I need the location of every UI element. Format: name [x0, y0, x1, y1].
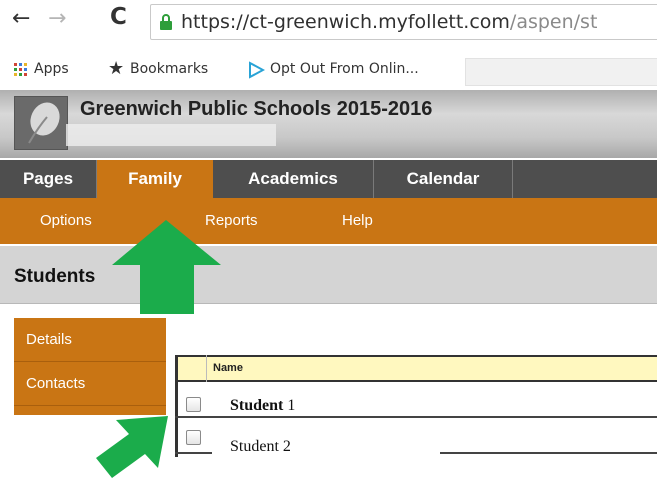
arrow-up-icon	[112, 220, 221, 314]
student-name-1[interactable]: Student 1	[230, 397, 295, 415]
student-name-2[interactable]: Student 2	[230, 438, 291, 456]
bookmark-bookmarks[interactable]: Bookmarks	[130, 61, 208, 77]
play-icon	[249, 61, 265, 79]
school-title: Greenwich Public Schools 2015-2016	[80, 98, 433, 120]
student-name-rest: Student 2	[230, 438, 291, 455]
tab-divider	[512, 160, 513, 198]
bookmark-apps[interactable]: Apps	[34, 61, 69, 77]
bookmark-opt-out[interactable]: Opt Out From Onlin...	[270, 61, 419, 77]
apps-grid-icon	[14, 63, 27, 76]
reload-icon[interactable]: C	[110, 6, 127, 29]
tab-calendar[interactable]: Calendar	[374, 160, 512, 198]
browser-chrome: ← → C https://ct-greenwich.myfollett.com…	[0, 0, 657, 88]
sub-menu: Options Reports Help	[0, 198, 657, 244]
url-text: https://ct-greenwich.myfollett.com/aspen…	[181, 5, 597, 39]
row-checkbox[interactable]	[186, 430, 201, 445]
bookmarks-bar: Apps ★ Bookmarks Opt Out From Onlin...	[0, 52, 657, 88]
submenu-help[interactable]: Help	[342, 212, 373, 229]
column-header-name[interactable]: Name	[213, 362, 243, 374]
student-name-rest: 1	[283, 397, 296, 414]
side-nav-contacts[interactable]: Contacts	[14, 362, 166, 406]
leaf-logo-icon	[14, 96, 68, 150]
back-icon[interactable]: ←	[12, 8, 30, 30]
side-nav: Details Contacts	[14, 318, 166, 415]
table-header	[175, 355, 657, 382]
table-header-select-col	[175, 355, 207, 382]
student-name-bold: Student	[230, 397, 284, 414]
main-tabs: Pages Family Academics Calendar	[0, 160, 657, 198]
page-title-bar	[0, 246, 657, 304]
school-subheader-band	[66, 124, 276, 146]
page-title: Students	[14, 266, 96, 287]
forward-icon[interactable]: →	[48, 8, 66, 30]
tab-family[interactable]: Family	[97, 160, 213, 198]
url-host: https://ct-greenwich.myfollett.com	[181, 11, 510, 33]
tab-pages[interactable]: Pages	[0, 160, 96, 198]
side-nav-details[interactable]: Details	[14, 318, 166, 362]
arrow-diagonal-icon	[96, 416, 168, 478]
address-bar[interactable]: https://ct-greenwich.myfollett.com/aspen…	[150, 4, 657, 40]
tab-academics[interactable]: Academics	[213, 160, 373, 198]
star-icon: ★	[108, 58, 125, 79]
bookmark-placeholder	[465, 58, 657, 86]
lock-icon	[160, 14, 172, 30]
url-path: /aspen/st	[509, 11, 598, 33]
row-checkbox[interactable]	[186, 397, 201, 412]
submenu-options[interactable]: Options	[40, 212, 92, 229]
